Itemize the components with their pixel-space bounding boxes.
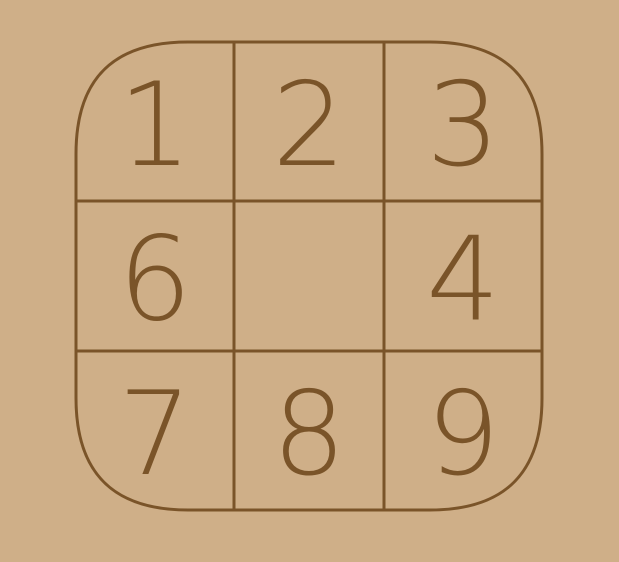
tile-3[interactable]: 3 [386, 44, 540, 199]
tile-number: 3 [426, 58, 500, 193]
empty-slot[interactable] [236, 203, 382, 349]
tile-hit-area[interactable] [236, 203, 382, 349]
tile-8[interactable]: 8 [236, 353, 382, 508]
tile-4[interactable]: 4 [386, 203, 540, 349]
tile-7[interactable]: 7 [78, 353, 232, 508]
tile-number: 2 [272, 58, 346, 193]
tile-number: 1 [118, 58, 192, 193]
tile-layer: 1 2 3 6 4 7 8 9 [78, 44, 540, 508]
tile-2[interactable]: 2 [236, 44, 382, 199]
puzzle-board: 1 2 3 6 4 7 8 9 [74, 40, 544, 512]
tile-number: 9 [426, 367, 500, 502]
tile-number: 8 [272, 367, 346, 502]
tile-number: 6 [118, 213, 192, 348]
tile-6[interactable]: 6 [78, 203, 232, 349]
tile-number: 4 [426, 213, 500, 348]
tile-9[interactable]: 9 [386, 353, 540, 508]
tile-number: 7 [118, 367, 192, 502]
tile-1[interactable]: 1 [78, 44, 232, 199]
